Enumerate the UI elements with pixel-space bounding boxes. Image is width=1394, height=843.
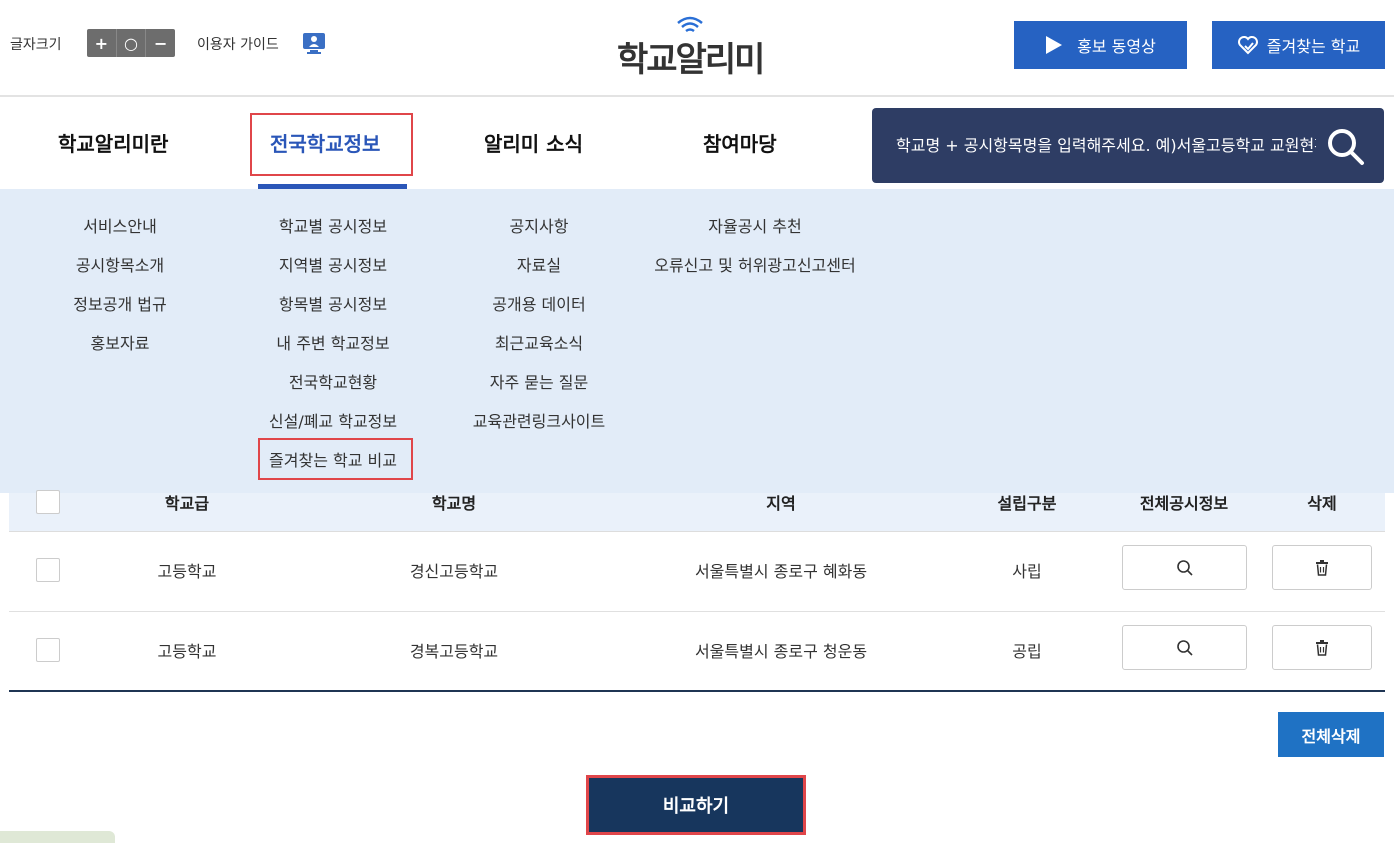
menu-item-faq[interactable]: 자주 묻는 질문 (454, 371, 624, 410)
row-checkbox[interactable] (36, 558, 60, 582)
font-increase-button[interactable]: + (87, 29, 117, 57)
menu-item-related-links[interactable]: 교육관련링크사이트 (454, 410, 624, 449)
menu-item-edu-news[interactable]: 최근교육소식 (454, 332, 624, 371)
magnifier-icon (1176, 639, 1193, 656)
promo-video-label: 홍보 동영상 (1077, 37, 1156, 56)
select-all-checkbox[interactable] (36, 490, 60, 514)
search-icon[interactable] (1324, 125, 1366, 167)
col-header-level: 학교급 (164, 494, 210, 513)
cell-type: 공립 (1012, 642, 1042, 661)
col-header-delete: 삭제 (1307, 494, 1337, 513)
mega-menu: 서비스안내 공시항목소개 정보공개 법규 홍보자료 학교별 공시정보 지역별 공… (0, 189, 1394, 493)
cell-region: 서울특별시 종로구 혜화동 (694, 562, 868, 581)
menu-item-items-intro[interactable]: 공시항목소개 (40, 254, 200, 293)
table-header: 학교급 학교명 지역 설립구분 전체공시정보 삭제 (9, 490, 1385, 532)
menu-item-open-data[interactable]: 공개용 데이터 (454, 293, 624, 332)
trash-icon (1316, 639, 1328, 656)
menu-item-service-guide[interactable]: 서비스안내 (40, 215, 200, 254)
menu-item-by-region[interactable]: 지역별 공시정보 (248, 254, 418, 293)
menu-column-participation: 자율공시 추천 오류신고 및 허위광고신고센터 (640, 215, 870, 293)
font-reset-button[interactable]: ○ (117, 29, 147, 57)
col-header-all-info: 전체공시정보 (1139, 494, 1229, 513)
cell-region: 서울특별시 종로구 청운동 (694, 642, 868, 661)
magnifier-icon (1176, 559, 1193, 576)
menu-item-national-status[interactable]: 전국학교현황 (248, 371, 418, 410)
nav-highlight-box (250, 113, 413, 176)
menu-item-promo-materials[interactable]: 홍보자료 (40, 332, 200, 371)
view-all-info-button[interactable] (1122, 545, 1247, 590)
cell-name[interactable]: 경신고등학교 (354, 532, 554, 612)
delete-row-button[interactable] (1272, 625, 1372, 670)
menu-item-archive[interactable]: 자료실 (454, 254, 624, 293)
menu-item-error-report[interactable]: 오류신고 및 허위광고신고센터 (640, 254, 870, 293)
table-row: 고등학교 경신고등학교 서울특별시 종로구 혜화동 사립 (9, 532, 1385, 612)
menu-column-about: 서비스안내 공시항목소개 정보공개 법규 홍보자료 (40, 215, 200, 371)
font-decrease-button[interactable]: − (146, 29, 175, 57)
delete-all-button[interactable]: 전체삭제 (1278, 712, 1384, 757)
delete-row-button[interactable] (1272, 545, 1372, 590)
status-tag (0, 831, 115, 843)
view-all-info-button[interactable] (1122, 625, 1247, 670)
promo-video-button[interactable]: 홍보 동영상 (1014, 21, 1187, 69)
nav-news[interactable]: 알리미 소식 (484, 128, 583, 157)
play-icon (1046, 36, 1063, 54)
cell-name[interactable]: 경복고등학교 (354, 612, 554, 692)
menu-item-by-school[interactable]: 학교별 공시정보 (248, 215, 418, 254)
table-row: 고등학교 경복고등학교 서울특별시 종로구 청운동 공립 (9, 612, 1385, 692)
cell-type: 사립 (1012, 562, 1042, 581)
trash-icon (1316, 559, 1328, 576)
search-bar (872, 108, 1384, 183)
menu-item-highlight-box (258, 438, 413, 480)
top-header: 글자크기 + ○ − 이용자 가이드 학교알리미 홍보 동영상 즐겨찾는 학교 (0, 0, 1394, 97)
col-header-name: 학교명 (431, 494, 477, 513)
nav-participation[interactable]: 참여마당 (703, 128, 777, 157)
menu-item-disclosure-law[interactable]: 정보공개 법규 (40, 293, 200, 332)
font-size-label: 글자크기 (10, 37, 62, 53)
compare-button[interactable]: 비교하기 (586, 775, 806, 835)
font-size-controls: + ○ − (87, 29, 175, 57)
cell-level: 고등학교 (157, 562, 217, 581)
col-header-region: 지역 (766, 494, 796, 513)
user-guide-link[interactable]: 이용자 가이드 (197, 34, 279, 54)
menu-item-by-item[interactable]: 항목별 공시정보 (248, 293, 418, 332)
favorite-schools-label: 즐겨찾는 학교 (1266, 37, 1361, 56)
menu-item-voluntary-disclosure[interactable]: 자율공시 추천 (640, 215, 870, 254)
favorite-schools-button[interactable]: 즐겨찾는 학교 (1212, 21, 1385, 69)
row-checkbox[interactable] (36, 638, 60, 662)
col-header-type: 설립구분 (997, 494, 1057, 513)
nav-about[interactable]: 학교알리미란 (58, 128, 168, 157)
menu-item-notices[interactable]: 공지사항 (454, 215, 624, 254)
logo-text: 학교알리미 (617, 40, 765, 80)
monitor-user-icon[interactable] (301, 30, 327, 56)
menu-item-nearby[interactable]: 내 주변 학교정보 (248, 332, 418, 371)
menu-column-news: 공지사항 자료실 공개용 데이터 최근교육소식 자주 묻는 질문 교육관련링크사… (454, 215, 624, 449)
cell-level: 고등학교 (157, 642, 217, 661)
search-input[interactable] (896, 108, 1316, 183)
site-logo[interactable]: 학교알리미 (617, 14, 777, 80)
heart-icon (1237, 36, 1258, 55)
